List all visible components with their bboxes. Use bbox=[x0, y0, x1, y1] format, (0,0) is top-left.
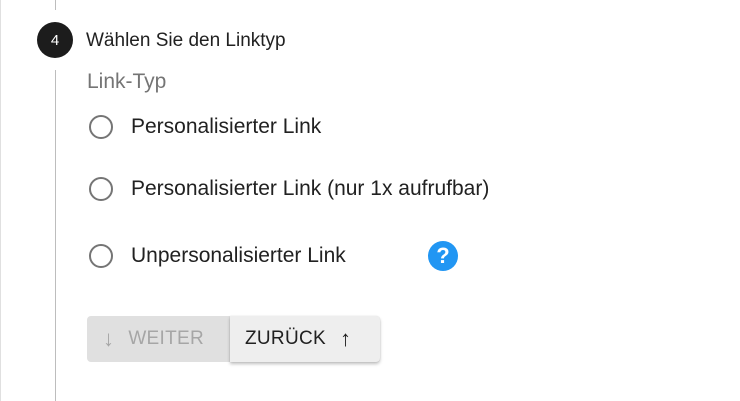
radio-button-icon[interactable] bbox=[89, 115, 113, 139]
radio-label: Personalisierter Link bbox=[131, 115, 322, 138]
step-navigation: ↓ WEITER ZURÜCK ↑ bbox=[87, 316, 380, 362]
step-number: 4 bbox=[50, 31, 60, 49]
radio-option-unpersonalized[interactable]: Unpersonalisierter Link bbox=[87, 240, 346, 272]
help-icon-glyph: ? bbox=[436, 243, 450, 268]
link-type-label: Link-Typ bbox=[87, 70, 167, 93]
radio-button-icon[interactable] bbox=[89, 244, 113, 268]
step-number-badge: 4 bbox=[37, 22, 73, 58]
page-left-border bbox=[0, 0, 1, 401]
arrow-up-icon: ↑ bbox=[339, 326, 352, 351]
stepper-page: 4 Wählen Sie den Linktyp Link-Typ Person… bbox=[0, 0, 740, 401]
radio-label: Personalisierter Link (nur 1x aufrufbar) bbox=[131, 177, 490, 200]
back-button[interactable]: ZURÜCK ↑ bbox=[230, 316, 380, 362]
arrow-down-icon: ↓ bbox=[103, 326, 115, 351]
step-connector-top bbox=[55, 0, 56, 10]
radio-option-personalized-once[interactable]: Personalisierter Link (nur 1x aufrufbar) bbox=[87, 173, 489, 205]
radio-label: Unpersonalisierter Link bbox=[131, 244, 346, 267]
next-button[interactable]: ↓ WEITER bbox=[87, 316, 230, 362]
radio-option-personalized[interactable]: Personalisierter Link bbox=[87, 111, 321, 143]
step-title: Wählen Sie den Linktyp bbox=[86, 30, 286, 51]
back-button-label: ZURÜCK bbox=[245, 328, 326, 349]
radio-button-icon[interactable] bbox=[89, 177, 113, 201]
step-connector-line bbox=[55, 70, 56, 401]
help-icon[interactable]: ? bbox=[428, 241, 458, 271]
next-button-label: WEITER bbox=[128, 328, 204, 349]
